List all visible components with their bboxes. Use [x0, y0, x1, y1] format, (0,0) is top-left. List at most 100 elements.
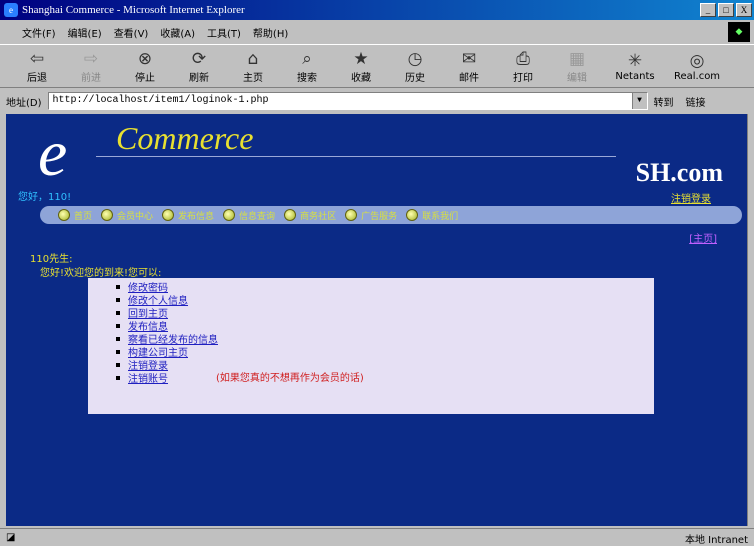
bullet-icon [116, 362, 120, 367]
toolbar-button-label: 停止 [135, 72, 155, 84]
welcome-text: 您好!欢迎您的到来!您可以: [40, 268, 162, 279]
greeting-text: 您好，110! [18, 192, 72, 203]
bullet-icon [116, 349, 120, 354]
nav-bullet-icon [406, 209, 419, 221]
menu-tools[interactable]: 工具(T) [207, 25, 241, 40]
window-title: Shanghai Commerce - Microsoft Internet E… [22, 4, 245, 16]
nav-bar: 首页 会员中心 发布信息 信息查询 商务社区 广告服务 联系我们 [40, 206, 742, 224]
minimize-button[interactable]: _ [700, 3, 716, 17]
home-link[interactable]: [主页] [689, 230, 717, 245]
toolbar-button-label: Netants [615, 70, 655, 82]
toolbar-button-8[interactable]: ✉ 邮件 [442, 45, 496, 87]
page-viewport: e Commerce SH.com 您好，110! 注销登录 首页 会员中心 发布信… [6, 114, 747, 526]
toolbar-button-9[interactable]: ⎙ 打印 [496, 45, 550, 87]
actions-panel: 修改密码 修改个人信息 回到主页 发布信息 察看已经发布的信息 构建公司主页 注销登录 注销账… [88, 278, 654, 414]
toolbar-button-12[interactable]: ◎ Real.com [666, 45, 728, 87]
menu-help[interactable]: 帮助(H) [253, 25, 288, 40]
ie-logo-icon: e [4, 3, 18, 17]
toolbar-button-2[interactable]: ⊗ 停止 [118, 45, 172, 87]
maximize-button[interactable]: □ [718, 3, 734, 17]
address-bar: 地址(D) http://localhost/item1/loginok-1.p… [0, 90, 754, 112]
toolbar-button-0[interactable]: ⇦ 后退 [10, 45, 64, 87]
logo-commerce: Commerce [116, 120, 254, 156]
toolbar-button-1[interactable]: ⇨ 前进 [64, 45, 118, 87]
toolbar-button-11[interactable]: ✳ Netants [604, 45, 666, 87]
refresh-icon: ⟳ [191, 48, 207, 69]
nav-bullet-icon [345, 209, 358, 221]
logo-e: e [38, 117, 68, 190]
nav-item-5[interactable]: 广告服务 [345, 209, 397, 222]
stop-icon: ⊗ [137, 48, 153, 69]
status-ie-icon: ◪ [6, 532, 16, 543]
back-arrow-icon: ⇦ [29, 48, 45, 69]
edit-icon: ▦ [568, 48, 586, 69]
toolbar-button-label: 后退 [27, 72, 47, 84]
nav-item-label: 发布信息 [178, 211, 215, 222]
home-icon: ⌂ [247, 48, 259, 69]
delete-account-note: (如果您真的不想再作为会员的话) [216, 373, 364, 384]
status-bar: ◪ 本地 Intranet [0, 528, 754, 546]
toolbar-button-5[interactable]: ⌕ 搜索 [280, 45, 334, 87]
security-zone: 本地 Intranet [684, 535, 748, 546]
netants-icon: ✳ [627, 50, 643, 71]
nav-bullet-icon [284, 209, 297, 221]
toolbar-button-6[interactable]: ★ 收藏 [334, 45, 388, 87]
toolbar-button-label: 刷新 [189, 72, 209, 84]
toolbar: ⇦ 后退 ⇨ 前进 ⊗ 停止 ⟳ 刷新 ⌂ 主页 ⌕ 搜索 ★ 收藏 ◷ 历史 ✉ 邮件 ⎙ 打印 ▦ 编辑 ✳ Netant… [0, 44, 754, 88]
nav-item-label: 商务社区 [300, 211, 337, 222]
print-icon: ⎙ [516, 48, 530, 69]
toolbar-button-4[interactable]: ⌂ 主页 [226, 45, 280, 87]
toolbar-button-label: 收藏 [351, 72, 371, 84]
chevron-down-icon[interactable]: ▼ [631, 93, 647, 109]
go-button[interactable]: 转到 [654, 94, 674, 109]
browser-window: e Shanghai Commerce - Microsoft Internet… [0, 0, 754, 546]
toolbar-button-label: 邮件 [459, 72, 479, 84]
logo-sh-com: SH.com [635, 158, 723, 187]
menu-edit[interactable]: 编辑(E) [68, 25, 102, 40]
toolbar-button-label: 历史 [405, 72, 425, 84]
real-icon: ◎ [689, 50, 705, 71]
bullet-icon [116, 310, 120, 315]
toolbar-button-3[interactable]: ⟳ 刷新 [172, 45, 226, 87]
nav-item-label: 联系我们 [422, 211, 459, 222]
toolbar-button-label: 打印 [513, 72, 533, 84]
toolbar-button-label: 主页 [243, 72, 263, 84]
nav-item-0[interactable]: 首页 [58, 209, 92, 222]
menu-view[interactable]: 查看(V) [114, 25, 149, 40]
links-button[interactable]: 链接 [686, 94, 706, 109]
bullet-icon [116, 284, 120, 289]
bullet-icon [116, 297, 120, 302]
nav-item-label: 广告服务 [361, 211, 398, 222]
title-bar: e Shanghai Commerce - Microsoft Internet… [0, 0, 754, 20]
actions-list: 修改密码 修改个人信息 回到主页 发布信息 察看已经发布的信息 构建公司主页 注销登录 注销账… [116, 280, 218, 385]
mail-icon: ✉ [461, 48, 477, 69]
menu-favorites[interactable]: 收藏(A) [160, 25, 195, 40]
toolbar-button-label: 前进 [81, 72, 101, 84]
toolbar-button-10[interactable]: ▦ 编辑 [550, 45, 604, 87]
address-value: http://localhost/item1/loginok-1.php [52, 95, 269, 106]
nav-item-label: 首页 [74, 211, 93, 222]
history-icon: ◷ [407, 48, 423, 69]
nav-bullet-icon [162, 209, 175, 221]
address-input[interactable]: http://localhost/item1/loginok-1.php ▼ [47, 92, 648, 110]
close-button[interactable]: X [736, 3, 752, 17]
vertical-scrollbar[interactable] [747, 114, 754, 526]
user-name: 110先生: [30, 254, 73, 265]
bullet-icon [116, 336, 120, 341]
nav-item-1[interactable]: 会员中心 [101, 209, 153, 222]
nav-item-4[interactable]: 商务社区 [284, 209, 336, 222]
nav-item-2[interactable]: 发布信息 [162, 209, 214, 222]
logout-link[interactable]: 注销登录 [671, 190, 711, 205]
nav-item-6[interactable]: 联系我们 [406, 209, 458, 222]
nav-bullet-icon [223, 209, 236, 221]
action-link[interactable]: 注销账号 [128, 370, 168, 385]
toolbar-button-7[interactable]: ◷ 历史 [388, 45, 442, 87]
nav-bullet-icon [101, 209, 114, 221]
nav-item-label: 信息查询 [239, 211, 276, 222]
bullet-icon [116, 375, 120, 380]
search-icon: ⌕ [302, 48, 312, 69]
windows-throbber-icon: ◆ [728, 22, 750, 42]
menu-file[interactable]: 文件(F) [22, 25, 56, 40]
favorites-icon: ★ [353, 48, 369, 69]
nav-item-3[interactable]: 信息查询 [223, 209, 275, 222]
